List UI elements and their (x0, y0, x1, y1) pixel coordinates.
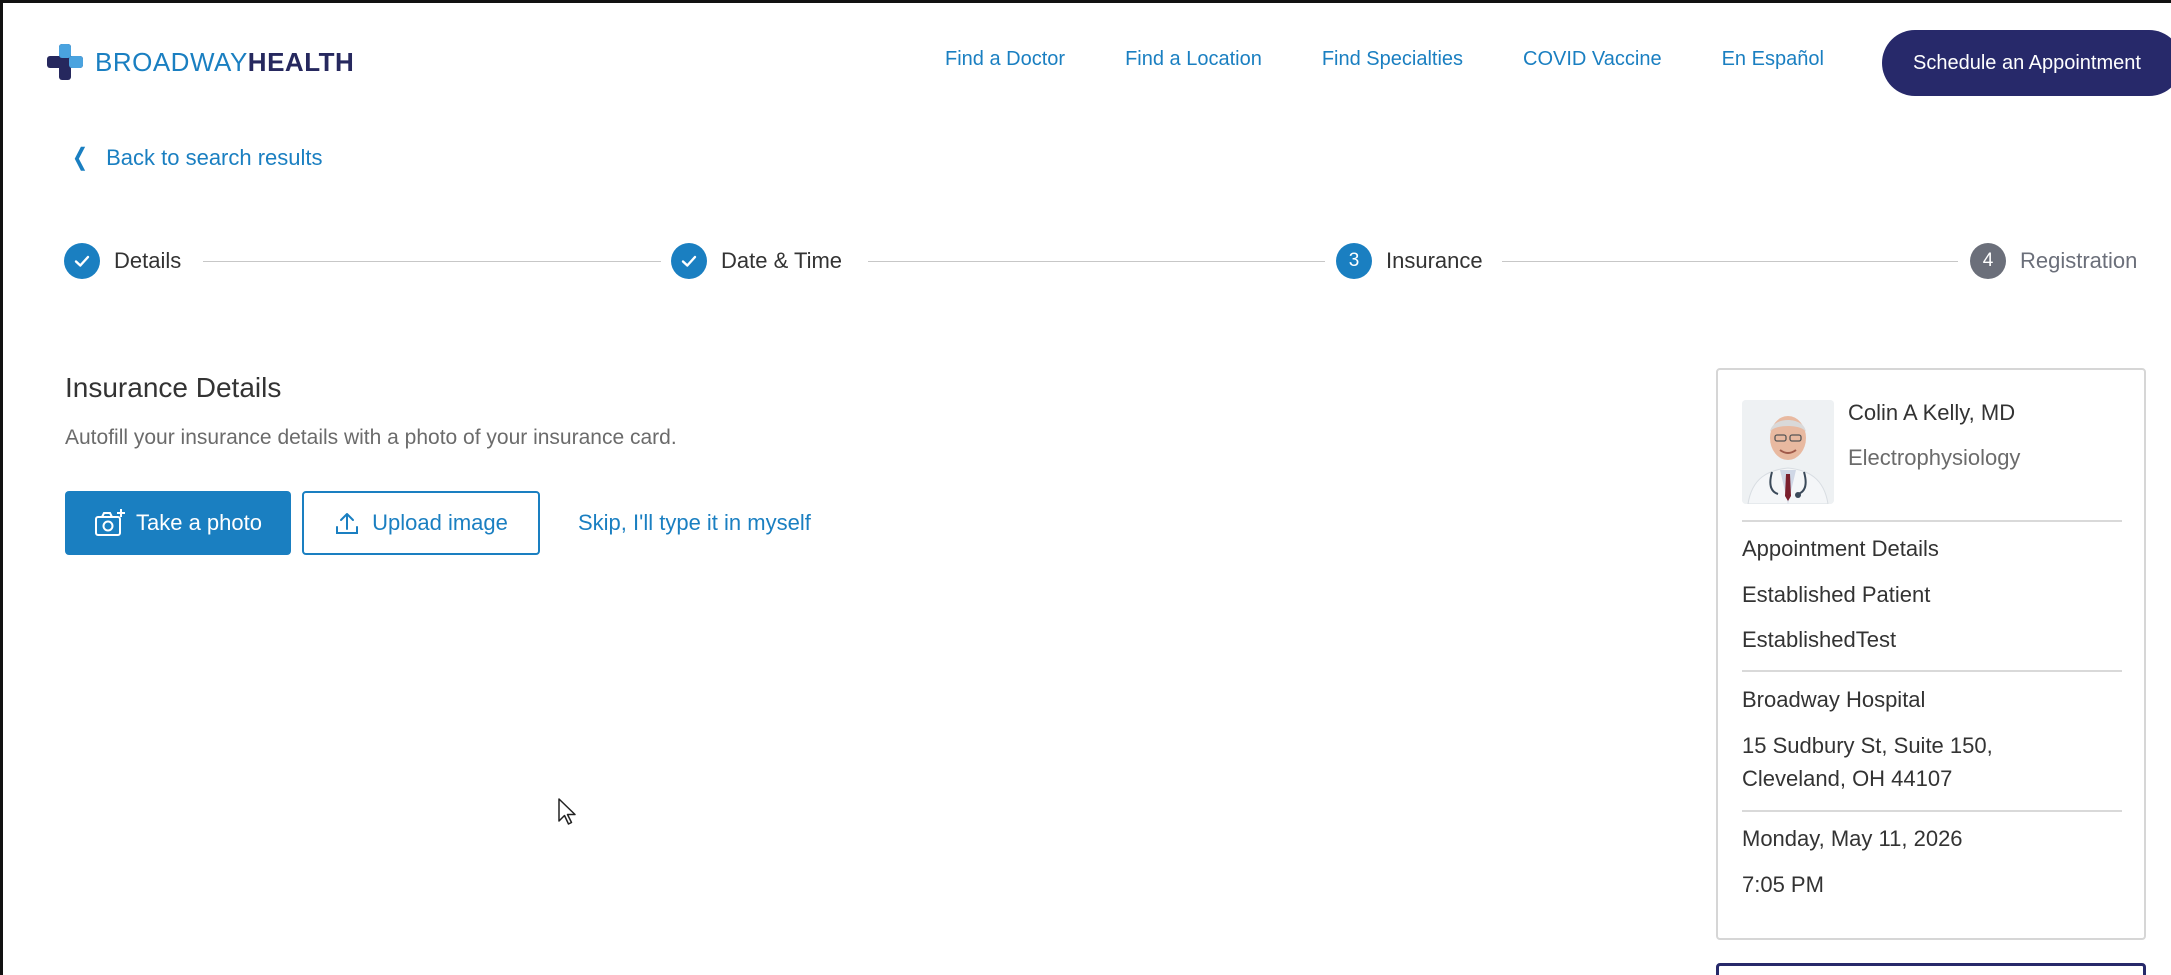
camera-plus-icon (95, 509, 125, 536)
appointment-details-heading: Appointment Details (1742, 536, 1939, 561)
mouse-cursor-icon (558, 798, 576, 825)
upload-image-label: Upload image (372, 510, 508, 535)
step-date-time: Date & Time (671, 242, 842, 280)
appointment-date: Monday, May 11, 2026 (1742, 826, 1963, 851)
step-number: 3 (1336, 243, 1372, 279)
skip-manual-entry-link[interactable]: Skip, I'll type it in myself (578, 510, 811, 536)
address-line-2: Cleveland, OH 44107 (1742, 766, 1953, 791)
back-to-results-link[interactable]: ❮ Back to search results (70, 143, 323, 172)
step-label: Details (114, 248, 182, 273)
chevron-left-icon: ❮ (72, 144, 89, 171)
brand-logo[interactable]: BROADWAYHEALTH (45, 42, 354, 82)
doctor-name: Colin A Kelly, MD (1848, 400, 2016, 425)
nav-en-espanol[interactable]: En Español (1722, 48, 1824, 71)
brand-name: BROADWAYHEALTH (95, 46, 355, 77)
upload-icon (336, 513, 359, 534)
step-details: Details (64, 242, 181, 280)
schedule-appointment-button[interactable]: Schedule an Appointment (1882, 30, 2171, 96)
take-photo-button[interactable]: Take a photo (65, 491, 291, 555)
step-label: Date & Time (721, 248, 843, 273)
upload-image-button[interactable]: Upload image (302, 491, 540, 555)
booking-stepper: Details Date & Time 3 Insurance 4 Regist… (0, 242, 2171, 282)
insurance-subtitle: Autofill your insurance details with a p… (65, 426, 677, 449)
check-icon (64, 243, 100, 279)
location-name: Broadway Hospital (1742, 687, 1926, 712)
step-number: 4 (1970, 243, 2006, 279)
doctor-avatar (1742, 400, 1834, 504)
top-nav: Find a Doctor Find a Location Find Speci… (945, 48, 1824, 71)
nav-covid-vaccine[interactable]: COVID Vaccine (1523, 48, 1662, 71)
insurance-title: Insurance Details (65, 372, 282, 403)
patient-type: Established Patient (1742, 582, 1931, 607)
secondary-card-partial (1716, 963, 2146, 975)
back-link-label: Back to search results (106, 144, 323, 170)
step-label: Registration (2020, 248, 2138, 273)
nav-find-specialties[interactable]: Find Specialties (1322, 48, 1463, 71)
card-divider (1742, 520, 2122, 522)
step-insurance: 3 Insurance (1336, 242, 1483, 280)
card-divider (1742, 670, 2122, 672)
nav-find-location[interactable]: Find a Location (1125, 48, 1262, 71)
cross-logo-icon (47, 44, 83, 80)
card-divider (1742, 810, 2122, 812)
stepper-connector (1502, 261, 1958, 262)
appointment-time: 7:05 PM (1742, 872, 1824, 897)
doctor-specialty: Electrophysiology (1848, 445, 2021, 470)
take-photo-label: Take a photo (136, 510, 262, 535)
step-registration: 4 Registration (1970, 242, 2137, 280)
step-label: Insurance (1386, 248, 1483, 273)
visit-type: EstablishedTest (1742, 627, 1897, 652)
stepper-connector (868, 261, 1325, 262)
address-line-1: 15 Sudbury St, Suite 150, (1742, 733, 1993, 758)
check-icon (671, 243, 707, 279)
nav-find-doctor[interactable]: Find a Doctor (945, 48, 1065, 71)
stepper-connector (203, 261, 661, 262)
appointment-summary-card: Colin A Kelly, MD Electrophysiology Appo… (1716, 368, 2146, 940)
